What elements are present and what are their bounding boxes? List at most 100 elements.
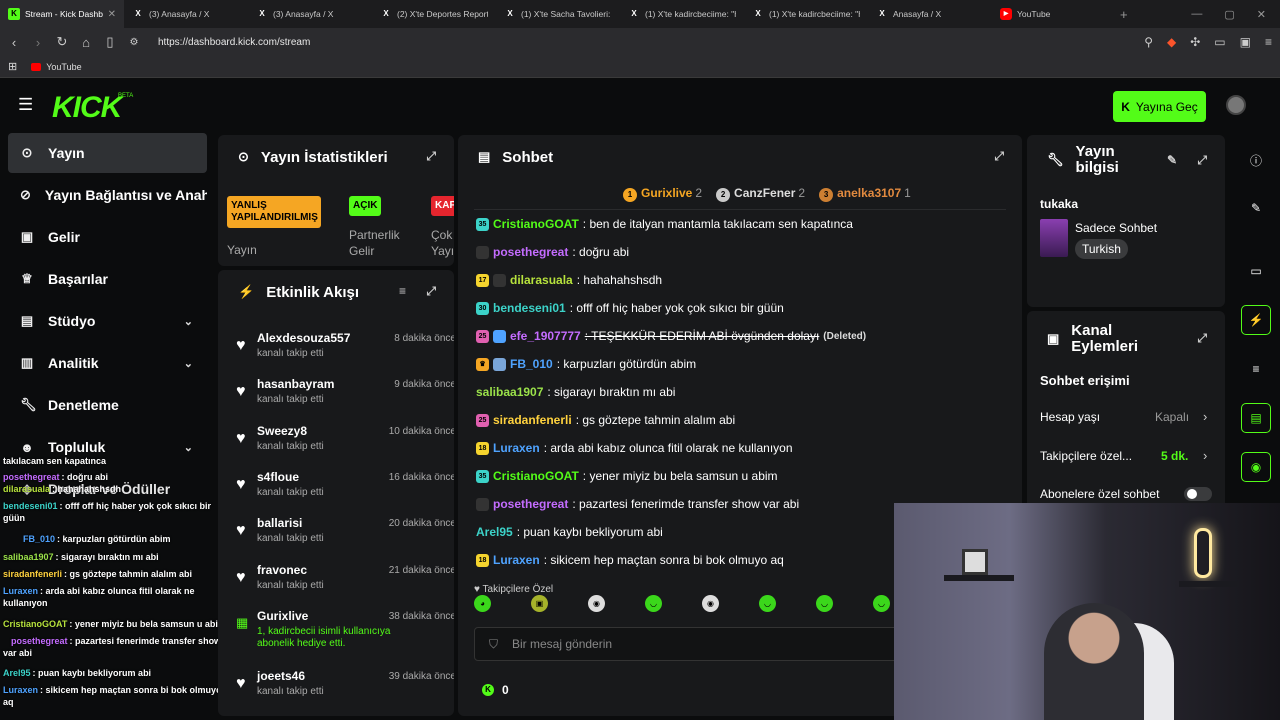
reload-icon[interactable]: ↻ — [56, 34, 68, 50]
browser-tab[interactable]: X (1) X'te kadircbeciime: "htt — [620, 0, 744, 28]
sub-badge: 17 — [476, 273, 489, 287]
menu-icon[interactable]: ≡ — [1265, 35, 1272, 49]
browser-tab[interactable]: X (3) Anasayfa / X — [248, 0, 372, 28]
browser-tab[interactable]: X Anasayfa / X — [868, 0, 992, 28]
overlay-chat-line: Luraxen: sikicem hep maçtan sonra bi bok… — [3, 685, 222, 707]
expand-icon[interactable]: ⤢ — [1197, 153, 1207, 168]
maximize-icon[interactable]: ▢ — [1224, 8, 1234, 21]
browser-tab[interactable]: X (3) Anasayfa / X — [124, 0, 248, 28]
back-icon[interactable]: ‹ — [8, 35, 20, 50]
hamburger-menu-icon[interactable]: ☰ — [18, 95, 33, 115]
setting-value[interactable]: 5 dk. — [1161, 449, 1188, 463]
close-icon[interactable]: ✕ — [108, 9, 116, 20]
emote-bar: ◕ ▣ ◉ ◡ ◉ ◡ ◡ ◡ — [474, 595, 890, 612]
emote-icon[interactable]: ◡ — [873, 595, 890, 612]
broadcast-icon: ⊙ — [21, 145, 33, 160]
chevron-right-icon[interactable]: › — [1203, 448, 1207, 463]
status-badge: KAP — [431, 196, 454, 216]
browser-tab[interactable]: X (1) X'te kadircbeciime: "htt — [744, 0, 868, 28]
home-icon[interactable]: ⌂ — [80, 35, 92, 50]
sidebar-toggle-icon[interactable]: ▭ — [1214, 35, 1225, 49]
window-close-icon[interactable]: ✕ — [1257, 8, 1266, 21]
kick-icon: K — [8, 8, 20, 20]
setting-label: Hesap yaşı — [1040, 410, 1101, 424]
kick-logo[interactable]: KICK — [52, 91, 122, 125]
overlay-chat-line: posethegreat: doğru abi — [3, 472, 109, 482]
forward-icon[interactable]: › — [32, 35, 44, 50]
emote-icon[interactable]: ▣ — [531, 595, 548, 612]
popout-icon[interactable]: ⤢ — [994, 149, 1004, 164]
emote-icon[interactable]: ◉ — [588, 595, 605, 612]
top-gifter-3[interactable]: 3 anelka3107 1 — [819, 186, 911, 202]
emote-icon[interactable]: ◉ — [702, 595, 719, 612]
browser-tab-youtube[interactable]: ▶ YouTube — [992, 0, 1116, 28]
list-icon[interactable]: ≡ — [1241, 354, 1271, 384]
heart-icon: ♥ — [236, 383, 246, 400]
sidebar-item-analytics[interactable]: ▥ Analitik ⌄ — [8, 343, 207, 383]
section-title: Sohbet erişimi — [1040, 373, 1130, 388]
sub-badge: 35 — [476, 217, 489, 231]
category-thumbnail — [1040, 219, 1068, 257]
kick-points-icon: K — [482, 684, 494, 696]
top-gifter-1[interactable]: 1 Gurixlive 2 — [623, 186, 702, 202]
minimize-icon[interactable]: — — [1191, 8, 1202, 21]
lightning-icon[interactable]: ⚡ — [1241, 305, 1271, 335]
emote-icon[interactable]: ◡ — [759, 595, 776, 612]
zoom-icon[interactable]: ⚲ — [1144, 35, 1153, 49]
new-tab-icon[interactable]: + — [1120, 7, 1128, 22]
filter-icon[interactable]: ≡ — [399, 284, 406, 298]
x-icon: X — [383, 9, 389, 18]
sidebar-item-achievements[interactable]: ♕ Başarılar — [8, 259, 207, 299]
apps-icon[interactable]: ⊞ — [8, 60, 17, 73]
sidebar-item-yayin[interactable]: ⊙ Yayın — [8, 133, 207, 173]
top-gifter-2[interactable]: 2 CanzFener 2 — [716, 186, 805, 202]
info-icon[interactable]: ⓘ — [1241, 145, 1271, 175]
browser-tab[interactable]: X (2) X'te Deportes Reports — [372, 0, 496, 28]
emote-icon[interactable]: ◡ — [645, 595, 662, 612]
sidebar-item-income[interactable]: ▣ Gelir — [8, 217, 207, 257]
emote-icon[interactable]: ◡ — [816, 595, 833, 612]
extensions-icon[interactable]: ✣ — [1190, 35, 1200, 49]
browser-tab[interactable]: X (1) X'te Sacha Tavolieri: " — [496, 0, 620, 28]
expand-icon[interactable]: ⤢ — [426, 149, 436, 164]
edit-icon[interactable]: ✎ — [1167, 153, 1177, 167]
sidebar-item-moderation[interactable]: 🔧︎ Denetleme — [8, 385, 207, 425]
screen-icon[interactable]: ▭ — [1241, 256, 1271, 286]
chat-input[interactable]: ⛉ Bir mesaj gönderin — [474, 627, 914, 661]
x-icon: X — [259, 9, 265, 18]
bookmark-icon[interactable]: ▯ — [104, 34, 116, 50]
wallet-icon[interactable]: ▣ — [1240, 35, 1251, 49]
edit-icon[interactable]: ✎ — [1241, 193, 1271, 223]
record-icon[interactable]: ◉ — [1241, 452, 1271, 482]
chat-divider — [474, 209, 1006, 210]
chat-icon[interactable]: ▤ — [1241, 403, 1271, 433]
expand-icon[interactable]: ⤢ — [426, 284, 436, 299]
chevron-right-icon[interactable]: › — [1203, 409, 1207, 424]
sidebar-item-stream-key[interactable]: ⊘Yayın Bağlantısı ve Anahtarı — [8, 175, 207, 215]
browser-tab-kick[interactable]: K Stream - Kick Dashbo ✕ — [0, 0, 124, 28]
channel-actions-header: ▣ Kanal Eylemleri ⤢ — [1047, 322, 1207, 355]
bookmark-youtube[interactable]: YouTube — [31, 62, 82, 72]
chat-message: posethegreat: pazartesi fenerimde transf… — [476, 497, 799, 511]
url-field[interactable]: https://dashboard.kick.com/stream — [158, 37, 310, 48]
sub-badge: 25 — [476, 413, 489, 427]
sidebar-item-studio[interactable]: ▤ Stüdyo ⌄ — [8, 301, 207, 341]
sub-badge: 30 — [476, 301, 489, 315]
setting-value[interactable]: Kapalı — [1155, 410, 1189, 424]
site-settings-icon[interactable]: ⚙ — [128, 37, 140, 48]
income-icon: ▣ — [20, 229, 34, 244]
avatar[interactable] — [1226, 95, 1246, 115]
channel-points[interactable]: K0 — [482, 683, 509, 697]
setting-label: Abonelere özel sohbet — [1040, 487, 1160, 501]
expand-icon[interactable]: ⤢ — [1197, 331, 1207, 346]
stream-stats-panel: ⊙ Yayın İstatistikleri ⤢ YANLIŞ YAPILANDIR… — [218, 135, 454, 266]
setting-label: Takipçilere özel... — [1040, 449, 1133, 463]
go-live-button[interactable]: K Yayına Geç — [1113, 91, 1206, 122]
chat-message: 30 bendeseni01: offf off hiç haber yok ço… — [476, 301, 784, 315]
emote-icon[interactable]: ◕ — [474, 595, 491, 612]
channel-name: tukaka — [1040, 197, 1079, 211]
subscribers-only-toggle[interactable] — [1184, 487, 1212, 501]
brave-shield-icon[interactable]: ◆ — [1167, 35, 1176, 49]
overlay-chat-line: Luraxen: arda abi kabız olunca fitil ola… — [3, 586, 195, 608]
chat-message: 35 CristianoGOAT: yener miyiz bu bela sam… — [476, 469, 778, 483]
